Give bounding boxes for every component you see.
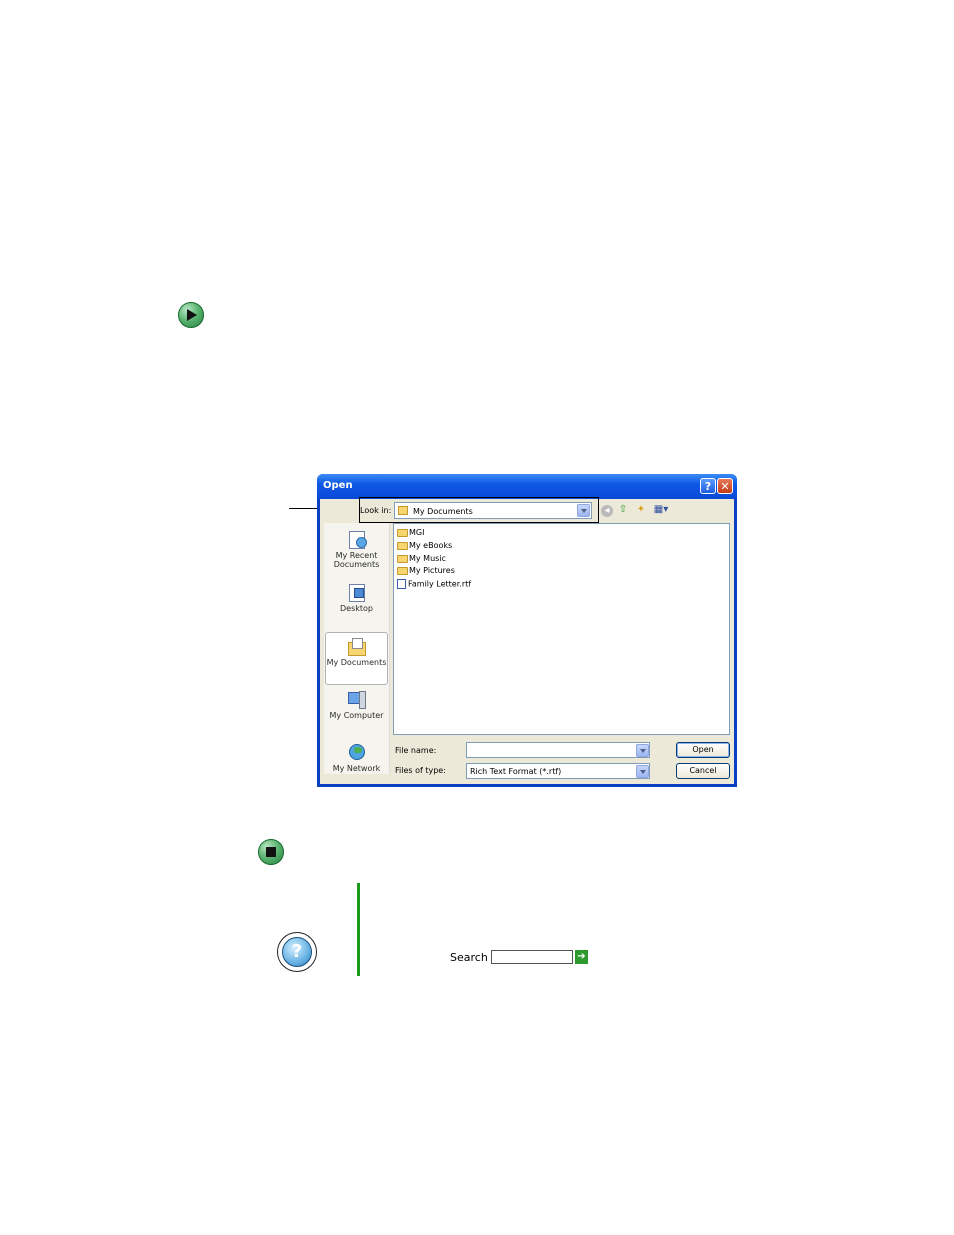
- search-label: Search: [450, 951, 488, 964]
- cancel-button[interactable]: Cancel: [676, 763, 730, 779]
- folder-icon: [397, 528, 408, 537]
- search-input[interactable]: [491, 950, 573, 964]
- open-button[interactable]: Open: [676, 742, 730, 758]
- list-item[interactable]: MGI: [397, 528, 424, 540]
- help-badge: ?: [277, 932, 317, 972]
- chevron-down-icon[interactable]: [577, 504, 590, 517]
- recent-documents-icon: [346, 529, 368, 551]
- desktop-icon: [346, 582, 368, 604]
- place-label: My Computer: [329, 711, 384, 720]
- close-button[interactable]: ✕: [717, 478, 733, 494]
- stop-square-icon: [266, 847, 276, 857]
- look-in-label: Look in:: [360, 506, 392, 515]
- place-label: Desktop: [340, 604, 373, 613]
- search-go-icon[interactable]: ➔: [575, 950, 588, 964]
- files-of-type-label: Files of type:: [395, 766, 446, 775]
- place-label: My Documents: [326, 658, 387, 667]
- dialog-body: Look in: My Documents ◂ ⇧ ✦ ▦▾ My Recent…: [320, 497, 734, 784]
- file-name: My Music: [409, 554, 446, 563]
- my-documents-small-icon: [398, 506, 408, 515]
- place-my-computer[interactable]: My Computer: [324, 689, 389, 720]
- files-of-type-select[interactable]: Rich Text Format (*.rtf): [466, 763, 650, 779]
- music-folder-icon: [397, 554, 408, 563]
- look-in-select[interactable]: My Documents: [394, 502, 592, 519]
- list-item[interactable]: My Music: [397, 554, 446, 566]
- place-my-documents[interactable]: My Documents: [324, 636, 389, 667]
- place-label: My Recent: [335, 551, 378, 560]
- list-item[interactable]: My eBooks: [397, 541, 452, 553]
- start-marker: [178, 302, 204, 328]
- files-of-type-value: Rich Text Format (*.rtf): [470, 767, 562, 776]
- place-desktop[interactable]: Desktop: [324, 582, 389, 613]
- dialog-titlebar[interactable]: Open ? ✕: [317, 474, 737, 499]
- place-label: My Network: [332, 764, 381, 773]
- open-dialog: Open ? ✕ Look in: My Documents ◂ ⇧ ✦ ▦▾ …: [317, 474, 737, 787]
- my-documents-icon: [346, 636, 368, 658]
- help-question-icon: ?: [282, 937, 312, 967]
- place-my-network[interactable]: My Network: [324, 742, 389, 773]
- my-network-icon: [346, 742, 368, 764]
- stop-marker: [258, 839, 284, 865]
- dialog-title: Open: [323, 480, 353, 491]
- play-arrow-icon: [187, 309, 197, 321]
- rtf-document-icon: [397, 579, 406, 589]
- file-name: Family Letter.rtf: [408, 579, 472, 589]
- look-in-value: My Documents: [413, 507, 473, 516]
- pictures-folder-icon: [397, 566, 408, 575]
- file-name-field[interactable]: [466, 742, 650, 758]
- views-menu-icon[interactable]: ▦▾: [652, 504, 670, 516]
- file-list[interactable]: MGI My eBooks My Music My Pictures Famil…: [393, 523, 730, 735]
- file-name: MGI: [409, 528, 425, 537]
- file-name: My Pictures: [409, 566, 455, 575]
- list-item[interactable]: My Pictures: [397, 566, 455, 578]
- list-item[interactable]: Family Letter.rtf: [397, 579, 471, 591]
- back-icon[interactable]: ◂: [601, 505, 613, 517]
- chevron-down-icon[interactable]: [636, 765, 649, 778]
- chevron-down-icon[interactable]: [636, 744, 649, 757]
- folder-icon: [397, 541, 408, 550]
- file-name-label: File name:: [395, 746, 437, 755]
- my-computer-icon: [346, 689, 368, 711]
- up-folder-icon[interactable]: ⇧: [617, 504, 629, 516]
- place-label: Documents: [333, 560, 380, 569]
- file-name: My eBooks: [409, 541, 453, 550]
- new-folder-icon[interactable]: ✦: [635, 504, 647, 516]
- help-divider: [357, 883, 360, 976]
- place-my-recent-documents[interactable]: My Recent Documents: [324, 529, 389, 569]
- help-button[interactable]: ?: [700, 478, 716, 494]
